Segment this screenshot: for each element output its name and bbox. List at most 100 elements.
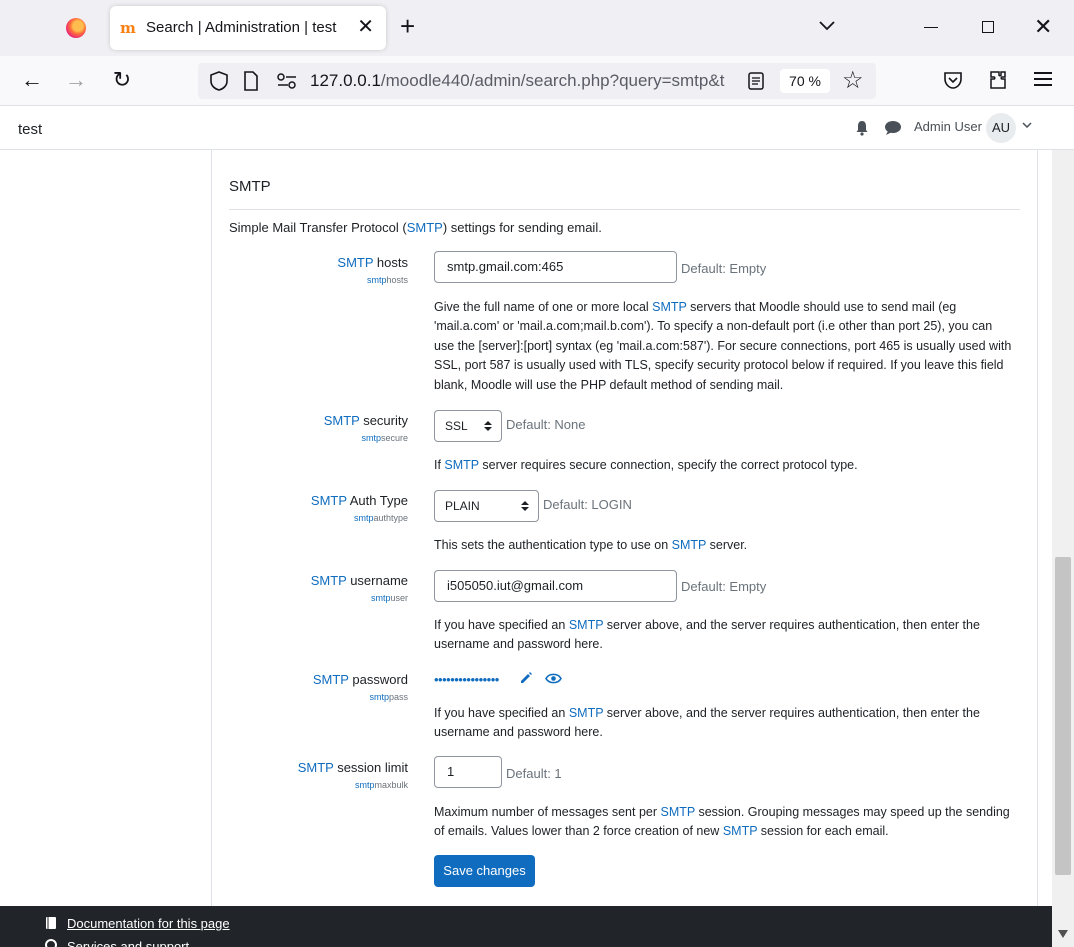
smtp-hosts-sublabel: smtphosts [367, 275, 408, 285]
scrollbar-thumb[interactable] [1055, 557, 1071, 875]
avatar[interactable]: AU [986, 113, 1016, 143]
shield-icon[interactable] [208, 70, 230, 92]
smtp-security-select[interactable]: SSL [434, 410, 502, 442]
back-arrow-icon[interactable]: ← [18, 66, 46, 94]
smtp-security-sublabel: smtpsecure [361, 433, 408, 443]
new-tab-icon[interactable]: + [400, 12, 415, 40]
search-highlight: SMTP [652, 300, 687, 314]
select-value: SSL [445, 419, 468, 433]
search-highlight: SMTP [660, 805, 695, 819]
search-highlight: SMTP [310, 493, 347, 508]
window-close-icon[interactable]: ✕ [1034, 14, 1052, 40]
smtp-maxbulk-input[interactable]: 1 [434, 756, 502, 788]
section-desc-text: ) settings for sending email. [442, 220, 602, 235]
search-highlight: SMTP [568, 706, 604, 720]
smtp-username-help: If you have specified an SMTP server abo… [434, 616, 1014, 655]
smtp-maxbulk-label: SMTP session limit [298, 760, 408, 775]
moodle-favicon-icon: m [120, 19, 136, 37]
smtp-password-help: If you have specified an SMTP server abo… [434, 704, 1014, 743]
smtp-username-sublabel: smtpuser [371, 593, 408, 603]
help-text: server requires secure connection, speci… [478, 458, 858, 472]
page-footer: Documentation for this page Services and… [0, 906, 1052, 947]
smtp-security-default: Default: None [506, 417, 586, 432]
smtp-security-help: If SMTP server requires secure connectio… [434, 456, 1014, 475]
search-highlight: smtp [370, 593, 391, 603]
pocket-icon[interactable] [942, 70, 964, 90]
search-highlight: SMTP [297, 760, 334, 775]
browser-tab-bar: m Search | Administration | test ✕ + ✕ [0, 0, 1074, 56]
reader-view-icon[interactable] [746, 71, 766, 91]
smtp-authtype-label: SMTP Auth Type [311, 493, 408, 508]
smtp-hosts-input[interactable]: smtp.gmail.com:465 [434, 251, 677, 283]
chevron-down-icon[interactable] [1021, 119, 1033, 131]
extensions-icon[interactable] [986, 68, 1010, 92]
hamburger-menu-icon[interactable] [1034, 72, 1052, 86]
user-name[interactable]: Admin User [914, 119, 982, 134]
book-icon [46, 917, 56, 929]
select-caret-icon [521, 501, 529, 511]
tab-close-icon[interactable]: ✕ [357, 15, 374, 39]
help-text: server. [706, 538, 748, 552]
reload-icon[interactable]: ↻ [108, 66, 136, 94]
help-text: Give the full name of one or more local [434, 300, 653, 314]
page-scrollbar[interactable] [1052, 150, 1074, 947]
smtp-password-masked-value[interactable]: •••••••••••••••• [434, 672, 499, 687]
url-host: 127.0.0.1 [310, 71, 381, 90]
help-text: Maximum number of messages sent per [434, 805, 661, 819]
save-changes-button[interactable]: Save changes [434, 855, 535, 887]
smtp-maxbulk-sublabel: smtpmaxbulk [355, 780, 408, 790]
eye-icon[interactable] [545, 672, 562, 685]
page-icon[interactable] [242, 70, 260, 92]
message-drawer-icon[interactable] [884, 120, 902, 136]
documentation-link[interactable]: Documentation for this page [67, 916, 230, 931]
url-path: /moodle440/admin/search.php?query=smtp&t [380, 71, 725, 90]
section-description: Simple Mail Transfer Protocol (SMTP) set… [229, 220, 602, 235]
browser-nav-bar: ← → ↻ 127.0.0.1/moodle440/admin/search.p… [0, 56, 1074, 106]
permissions-icon[interactable] [276, 72, 298, 90]
url-text[interactable]: 127.0.0.1/moodle440/admin/search.php?que… [310, 71, 740, 91]
smtp-hosts-help: Give the full name of one or more local … [434, 298, 1014, 395]
smtp-password-label: SMTP password [313, 672, 408, 687]
sublabel-text: hosts [386, 275, 408, 285]
smtp-hosts-default: Default: Empty [681, 261, 767, 276]
bookmark-star-icon[interactable]: ☆ [842, 67, 864, 95]
smtp-username-default: Default: Empty [681, 579, 767, 594]
chevron-down-icon[interactable] [816, 14, 838, 36]
search-highlight: smtp [361, 433, 381, 443]
sublabel-text: authtype [373, 513, 408, 523]
select-caret-icon [484, 421, 492, 431]
smtp-authtype-select[interactable]: PLAIN [434, 490, 539, 522]
help-text: If you have specified an [434, 618, 569, 632]
window-minimize-icon[interactable] [924, 27, 938, 28]
browser-tab-active[interactable]: m Search | Administration | test ✕ [110, 6, 386, 50]
search-highlight: SMTP [406, 220, 443, 235]
url-bar[interactable]: 127.0.0.1/moodle440/admin/search.php?que… [198, 63, 876, 99]
tab-title: Search | Administration | test [146, 19, 337, 36]
section-title: SMTP [229, 178, 271, 195]
section-desc-text: Simple Mail Transfer Protocol ( [229, 220, 407, 235]
search-highlight: SMTP [312, 672, 349, 687]
smtp-authtype-help: This sets the authentication type to use… [434, 536, 1014, 555]
smtp-username-input[interactable]: i505050.iut@gmail.com [434, 570, 677, 602]
search-highlight: smtp [366, 275, 387, 285]
bell-icon[interactable] [854, 120, 870, 136]
pencil-edit-icon[interactable] [519, 671, 533, 685]
search-highlight: SMTP [722, 824, 758, 839]
services-support-link[interactable]: Services and support [67, 939, 189, 947]
window-maximize-icon[interactable] [982, 21, 994, 33]
sublabel-text: maxbulk [374, 780, 408, 790]
search-highlight: smtp [369, 692, 389, 702]
zoom-level-badge[interactable]: 70 % [780, 69, 830, 93]
firefox-logo-icon [66, 18, 86, 38]
forward-arrow-icon[interactable]: → [62, 66, 90, 94]
smtp-password-sublabel: smtppass [369, 692, 408, 702]
life-ring-icon [45, 939, 57, 947]
site-header: test Admin User AU [0, 107, 1074, 150]
label-text: Auth Type [346, 493, 408, 508]
label-text: hosts [373, 255, 408, 270]
sublabel-text: secure [380, 433, 408, 443]
scroll-down-arrow-icon[interactable] [1058, 930, 1068, 938]
site-name[interactable]: test [18, 121, 42, 138]
smtp-maxbulk-default: Default: 1 [506, 766, 562, 781]
search-highlight: SMTP [337, 255, 374, 270]
